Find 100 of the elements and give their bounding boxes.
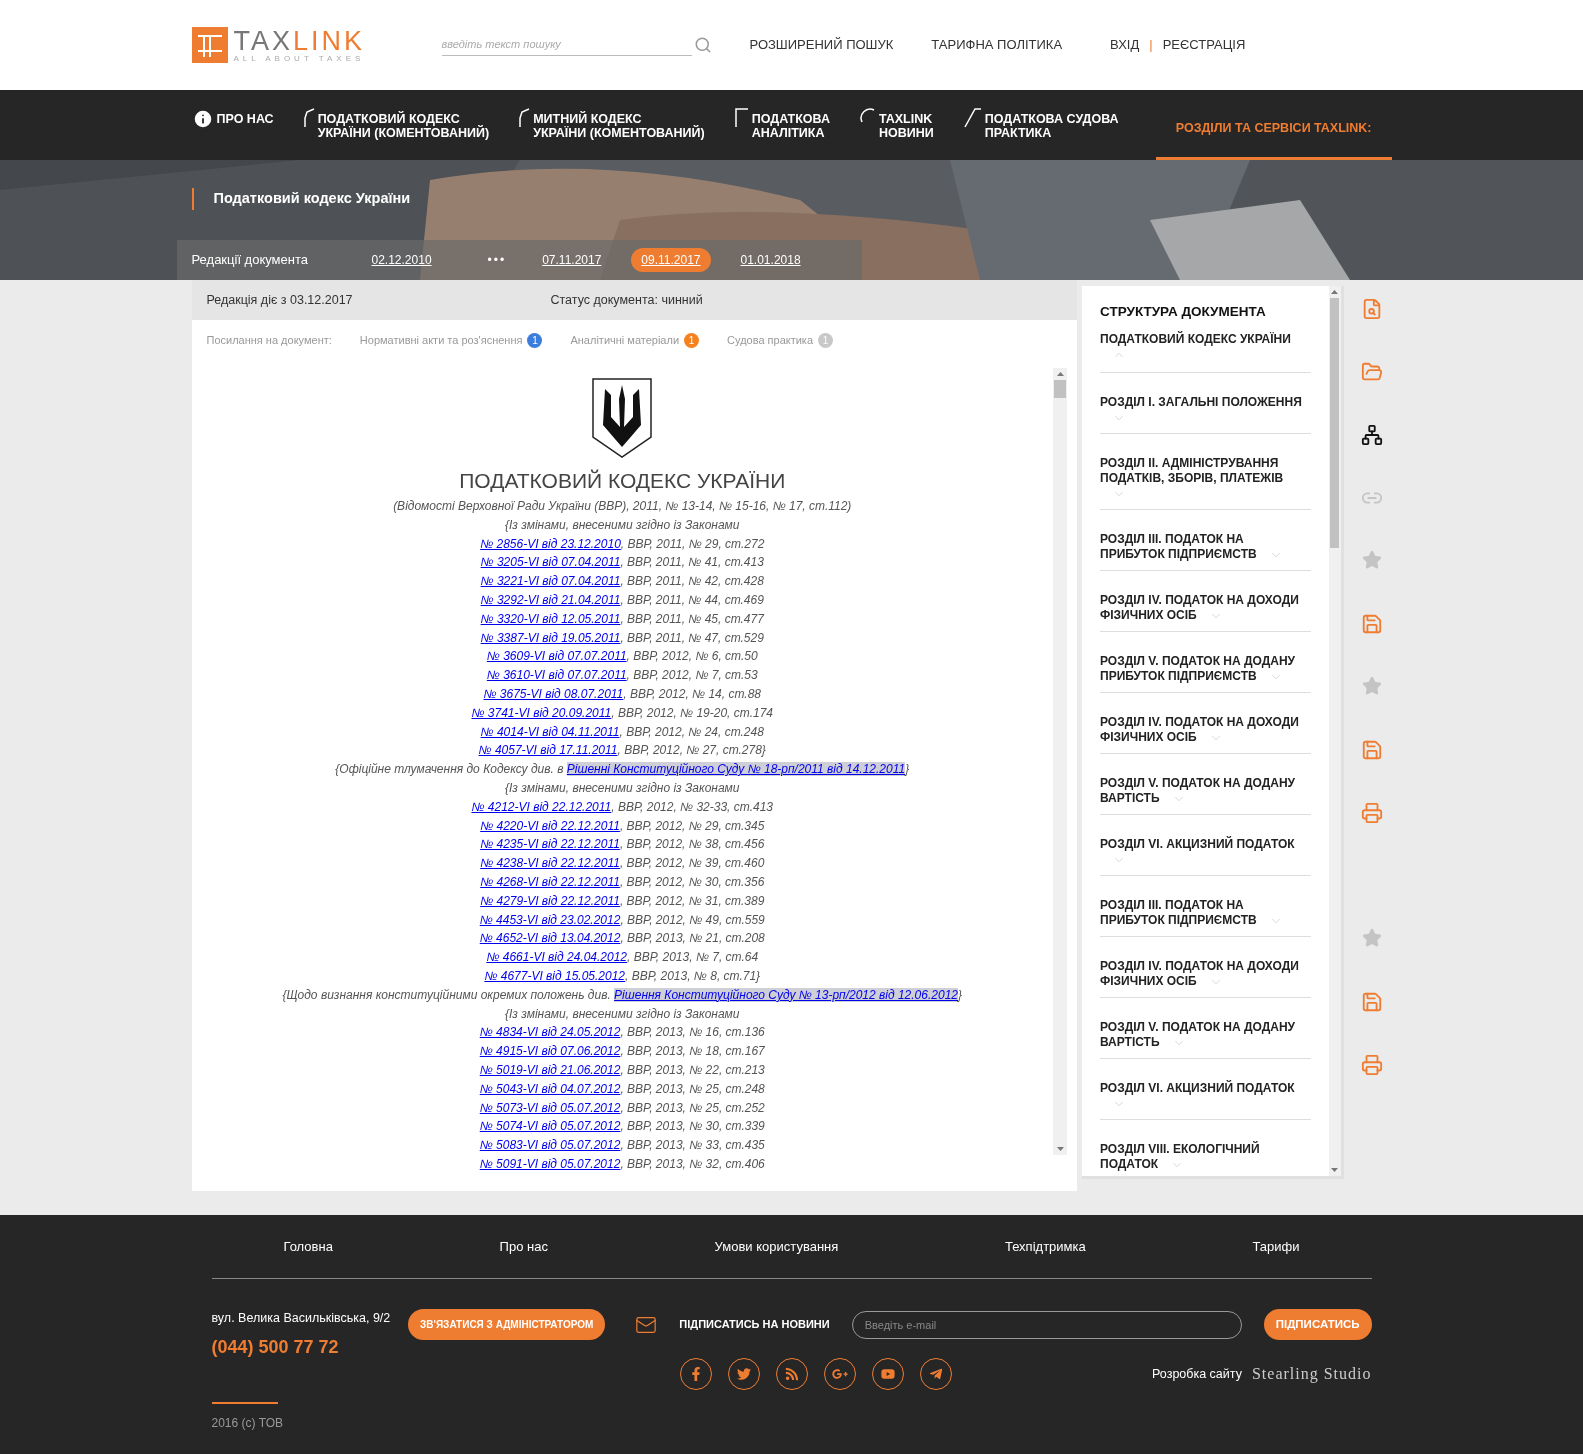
law-link[interactable]: № 4268-VI від 22.12.2011 bbox=[480, 874, 620, 889]
login-link[interactable]: ВХІД bbox=[1110, 35, 1140, 55]
nav-item[interactable]: ПРО НАС bbox=[191, 90, 274, 160]
developer-logo: Stearling Studio bbox=[1251, 1364, 1372, 1385]
nav-item[interactable]: ПОДАТКОВА АНАЛІТИКА bbox=[734, 90, 830, 160]
more-editions[interactable]: ••• bbox=[487, 251, 507, 269]
edition-date[interactable]: 07.11.2017 bbox=[532, 248, 612, 272]
amendment-line: № 4661-VI від 24.04.2012, ВВР, 2013, № 7, ст.64 bbox=[486, 949, 759, 967]
folder-icon[interactable] bbox=[1360, 361, 1383, 383]
search-icon[interactable] bbox=[693, 36, 712, 54]
search-field[interactable]: введіть текст пошуку bbox=[441, 34, 692, 56]
nav-item[interactable]: ПОДАТКОВИЙ КОДЕКС УКРАЇНИ (КОМЕНТОВАНИЙ) bbox=[303, 90, 490, 160]
references-label: Посилання на документ: bbox=[206, 332, 332, 348]
amendment-line: № 3610-VI від 07.07.2011, ВВР, 2012, № 7, ст.53 bbox=[486, 667, 758, 685]
structure-item[interactable]: РОЗДІЛ VI. АКЦИЗНИЙ ПОДАТОК bbox=[1100, 815, 1311, 877]
print-icon[interactable] bbox=[1360, 1054, 1383, 1076]
reference-label: Аналітичні матеріали bbox=[570, 332, 680, 348]
law-link[interactable]: № 3609-VI від 07.07.2011 bbox=[486, 649, 627, 664]
structure-item[interactable]: РОЗДІЛ V. ПОДАТОК НА ДОДАНУ ВАРТІСТЬ bbox=[1100, 754, 1311, 816]
structure-item[interactable]: РОЗДІЛ V. ПОДАТОК НА ДОДАНУ ПРИБУТОК ПІДПРИЄМСТВ bbox=[1100, 632, 1311, 694]
scroll-up-icon[interactable] bbox=[1056, 372, 1064, 376]
amendment-line: № 4220-VI від 22.12.2011, ВВР, 2012, № 29, ст.345 bbox=[480, 817, 765, 835]
scroll-down-icon[interactable] bbox=[1331, 1168, 1339, 1172]
law-link[interactable]: № 4235-VI від 22.12.2011 bbox=[480, 837, 620, 852]
header-link[interactable]: ТАРИФНА ПОЛІТИКА bbox=[931, 35, 1063, 55]
amendment-line: № 3387-VI від 19.05.2011, ВВР, 2011, № 47, ст.529 bbox=[480, 629, 764, 647]
save-icon[interactable] bbox=[1360, 613, 1383, 635]
scrollbar-thumb[interactable] bbox=[1054, 380, 1066, 398]
edition-date[interactable]: 02.12.2010 bbox=[361, 248, 442, 272]
amendment-line: № 4235-VI від 22.12.2011, ВВР, 2012, № 38, ст.456 bbox=[480, 836, 765, 854]
document-line: (Відомості Верховної Ради України (ВВР), 2011, № 13-14, № 15-16, № 17, ст.112) bbox=[393, 498, 852, 515]
footer-link[interactable]: Про нас bbox=[499, 1236, 548, 1257]
nav-item[interactable]: TAXLINK НОВИНИ bbox=[860, 90, 934, 160]
law-link[interactable]: № 3610-VI від 07.07.2011 bbox=[486, 668, 627, 683]
developer-label: Розробка сайту bbox=[1152, 1365, 1242, 1383]
amendment-line: № 5083-VI від 05.07.2012, ВВР, 2013, № 33, ст.435 bbox=[479, 1137, 765, 1155]
outline-icon bbox=[519, 108, 531, 128]
amendment-line: № 4652-VI від 13.04.2012, ВВР, 2013, № 21, ст.208 bbox=[479, 930, 765, 948]
edition-validity: Редакція діє з 03.12.2017 bbox=[206, 291, 354, 309]
scrollbar-thumb[interactable] bbox=[1330, 298, 1340, 548]
save-icon[interactable] bbox=[1360, 991, 1383, 1013]
phone-number: (044) 500 77 72 bbox=[211, 1335, 340, 1359]
document-line: {Із змінами, внесеними згідно із Законами bbox=[504, 1005, 740, 1023]
ruling-line: {Щодо визнання конституційними окремих положень див. Рішення Конституційного Суду № 13-рп/2012 від 12.06.2012} bbox=[282, 986, 962, 1004]
amendment-line: № 5091-VI від 05.07.2012, ВВР, 2013, № 32, ст.406 bbox=[479, 1155, 765, 1173]
amendment-line: № 3609-VI від 07.07.2011, ВВР, 2012, № 6, ст.50 bbox=[486, 648, 758, 666]
document-line: {Із змінами, внесеними згідно із Законами bbox=[504, 516, 740, 534]
structure-item[interactable]: РОЗДІЛ III. ПОДАТОК НА ПРИБУТОК ПІДПРИЄМСТВ bbox=[1100, 876, 1311, 938]
header-link[interactable]: РОЗШИРЕНИЙ ПОШУК bbox=[749, 35, 894, 55]
amendment-line: № 3221-VI від 07.04.2011, ВВР, 2011, № 42, ст.428 bbox=[480, 573, 764, 591]
ruling-link[interactable]: Рішення Конституційного Суду № 13-рп/2012 від 12.06.2012 bbox=[614, 987, 958, 1002]
structure-item[interactable]: РОЗДІЛ III. ПОДАТОК НА ПРИБУТОК ПІДПРИЄМСТВ bbox=[1100, 510, 1311, 572]
structure-item[interactable]: РОЗДІЛ II. АДМІНІСТРУВАННЯ ПОДАТКІВ, ЗБОРІВ, ПЛАТЕЖІВ bbox=[1100, 434, 1311, 511]
amendment-line: № 4268-VI від 22.12.2011, ВВР, 2012, № 30, ст.356 bbox=[480, 873, 765, 891]
amendment-line: № 3675-VI від 08.07.2011, ВВР, 2012, № 14, ст.88 bbox=[483, 685, 761, 703]
editions-label: Редакції документа bbox=[191, 251, 309, 270]
reference-tab[interactable]: Нормативні акти та роз'яснення 1 bbox=[359, 331, 543, 349]
logo-tagline: ALL ABOUT TAXES bbox=[233, 54, 366, 63]
amendment-line: № 4834-VI від 24.05.2012, ВВР, 2013, № 16, ст.136 bbox=[479, 1024, 765, 1042]
footer-link[interactable]: Тарифи bbox=[1252, 1236, 1300, 1257]
scrollbar[interactable] bbox=[1328, 286, 1341, 1176]
document-status: Статус документа: чинний bbox=[550, 291, 703, 309]
scrollbar[interactable] bbox=[1053, 368, 1067, 1155]
nav-item[interactable]: ПОДАТКОВА СУДОВА ПРАКТИКА bbox=[963, 90, 1119, 160]
amendment-line: № 4677-VI від 15.05.2012, ВВР, 2013, № 8, ст.71} bbox=[484, 967, 761, 985]
count-badge: 1 bbox=[527, 332, 543, 348]
structure-item[interactable]: ПОДАТКОВИЙ КОДЕКС УКРАЇНИ bbox=[1100, 322, 1311, 374]
amendment-line: № 4238-VI від 22.12.2011, ВВР, 2012, № 39, ст.460 bbox=[480, 855, 765, 873]
scroll-up-icon[interactable] bbox=[1331, 290, 1339, 294]
sitemap-icon[interactable] bbox=[1360, 424, 1383, 446]
structure-item[interactable]: РОЗДІЛ I. ЗАГАЛЬНІ ПОЛОЖЕННЯ bbox=[1100, 373, 1311, 435]
nav-item[interactable]: МИТНИЙ КОДЕКС УКРАЇНИ (КОМЕНТОВАНИЙ) bbox=[519, 90, 705, 160]
reference-label: Судова практика bbox=[727, 332, 814, 348]
print-icon[interactable] bbox=[1360, 802, 1383, 824]
law-link[interactable]: № 4238-VI від 22.12.2011 bbox=[480, 856, 620, 871]
structure-item[interactable]: РОЗДІЛ IV. ПОДАТОК НА ДОХОДИ ФІЗИЧНИХ ОСІБ bbox=[1100, 571, 1311, 633]
register-link[interactable]: РЕЄСТРАЦІЯ bbox=[1162, 35, 1246, 55]
structure-item[interactable]: РОЗДІЛ VIII. ЕКОЛОГІЧНИЙ ПОДАТОК bbox=[1100, 1120, 1311, 1176]
amendment-line: № 4057-VI від 17.11.2011, ВВР, 2012, № 27, ст.278} bbox=[478, 742, 766, 760]
structure-item[interactable]: РОЗДІЛ VI. АКЦИЗНИЙ ПОДАТОК bbox=[1100, 1059, 1311, 1121]
amendment-line: № 3741-VI від 20.09.2011, ВВР, 2012, № 19-20, ст.174 bbox=[471, 704, 773, 722]
outline-icon bbox=[734, 108, 749, 128]
footer-link[interactable]: Умови користування bbox=[714, 1236, 839, 1257]
law-link[interactable]: № 4220-VI від 22.12.2011 bbox=[480, 818, 620, 833]
page-title: Податковий кодекс України bbox=[213, 189, 411, 209]
count-badge: 1 bbox=[684, 332, 700, 348]
footer-link[interactable]: Техпідтримка bbox=[1004, 1236, 1086, 1257]
structure-item[interactable]: РОЗДІЛ IV. ПОДАТОК НА ДОХОДИ ФІЗИЧНИХ ОСІБ bbox=[1100, 693, 1311, 755]
amendment-line: № 2856-VI від 23.12.2010, ВВР, 2011, № 29, ст.272 bbox=[480, 535, 765, 553]
scroll-down-icon[interactable] bbox=[1056, 1147, 1064, 1151]
logo-icon bbox=[191, 27, 228, 63]
footer-link[interactable]: Головна bbox=[283, 1236, 333, 1257]
law-link[interactable]: № 2856-VI від 23.12.2010 bbox=[480, 536, 621, 551]
structure-item[interactable]: РОЗДІЛ IV. ПОДАТОК НА ДОХОДИ ФІЗИЧНИХ ОСІБ bbox=[1100, 937, 1311, 999]
address: вул. Велика Васильківська, 9/2 bbox=[211, 1310, 392, 1327]
save-icon[interactable] bbox=[1360, 739, 1383, 761]
law-link[interactable]: № 4279-VI від 22.12.2011 bbox=[480, 893, 620, 908]
email-field[interactable]: Введіть e-mail bbox=[851, 1310, 1242, 1339]
structure-item[interactable]: РОЗДІЛ V. ПОДАТОК НА ДОДАНУ ВАРТІСТЬ bbox=[1100, 998, 1311, 1060]
edition-date[interactable]: 01.01.2018 bbox=[730, 248, 811, 272]
